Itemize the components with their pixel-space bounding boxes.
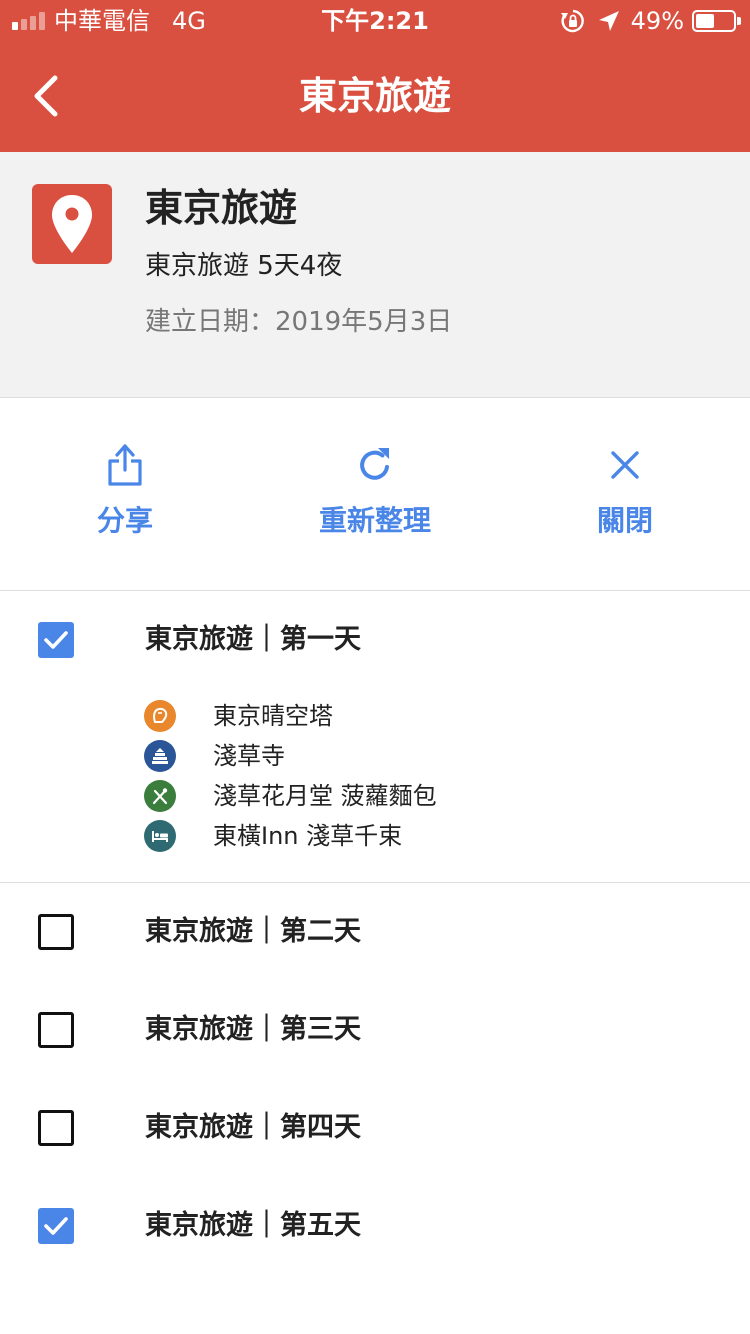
app-header: 中華電信 4G 下午2:21 49% 東京旅遊 [0,0,750,152]
battery-level [696,14,714,28]
day-1-checkbox[interactable] [38,622,74,658]
trip-subtitle: 東京旅遊 5天4夜 [145,251,343,281]
checkmark-icon [44,631,68,649]
place-name: 東橫Inn 淺草千束 [213,822,403,850]
landmark-icon [144,700,176,732]
map-pin-icon [52,195,92,253]
day-row-1[interactable]: 東京旅遊｜第一天 [0,592,750,688]
close-button[interactable]: 關閉 [500,439,750,559]
day-3-checkbox[interactable] [38,1012,74,1048]
refresh-label: 重新整理 [318,504,431,537]
share-icon [108,444,142,486]
restaurant-icon [144,780,176,812]
place-name: 淺草花月堂 菠蘿麵包 [213,782,437,810]
status-right: 49% [559,6,741,36]
day-5-checkbox[interactable] [38,1208,74,1244]
refresh-button[interactable]: 重新整理 [250,439,500,559]
checkmark-icon [44,1217,68,1235]
close-label: 關閉 [596,504,653,537]
day-item-4[interactable]: 東京旅遊｜第四天 [0,1080,750,1176]
place-item[interactable]: 東京晴空塔 [144,696,724,736]
trip-icon-box [32,184,112,264]
day-item-1: 東京旅遊｜第一天 東京晴空塔 淺草寺 淺草花月堂 菠蘿麵包 東橫Inn 淺草千束 [0,592,750,883]
trip-info-card: 東京旅遊 東京旅遊 5天4夜 建立日期：2019年5月3日 [0,152,750,398]
status-bar: 中華電信 4G 下午2:21 49% [0,0,750,40]
refresh-icon [360,448,389,480]
day-2-checkbox[interactable] [38,914,74,950]
day-4-label: 東京旅遊｜第四天 [145,1112,361,1143]
trip-created-date: 建立日期：2019年5月3日 [145,307,453,337]
day-1-label: 東京旅遊｜第一天 [145,624,361,655]
battery-icon [692,10,741,32]
day-5-label: 東京旅遊｜第五天 [145,1210,361,1241]
page-title: 東京旅遊 [298,74,451,118]
share-label: 分享 [96,504,153,537]
temple-icon [144,740,176,772]
place-item[interactable]: 東橫Inn 淺草千束 [144,816,724,856]
day-2-label: 東京旅遊｜第二天 [145,916,361,947]
day-item-2[interactable]: 東京旅遊｜第二天 [0,884,750,980]
place-item[interactable]: 淺草花月堂 菠蘿麵包 [144,776,724,816]
day-item-5[interactable]: 東京旅遊｜第五天 [0,1178,750,1274]
place-name: 東京晴空塔 [213,702,333,730]
trip-title: 東京旅遊 [145,186,298,230]
day-3-label: 東京旅遊｜第三天 [145,1014,361,1045]
hotel-icon [144,820,176,852]
place-item[interactable]: 淺草寺 [144,736,724,776]
place-name: 淺草寺 [213,742,285,770]
close-icon [611,451,639,479]
day-1-places: 東京晴空塔 淺草寺 淺草花月堂 菠蘿麵包 東橫Inn 淺草千束 [144,696,724,856]
day-item-3[interactable]: 東京旅遊｜第三天 [0,982,750,1078]
location-arrow-icon [598,11,619,31]
orientation-lock-icon [560,9,584,33]
action-bar: 分享 重新整理 關閉 [0,399,750,591]
day-4-checkbox[interactable] [38,1110,74,1146]
share-button[interactable]: 分享 [0,439,250,559]
battery-percent: 49% [630,7,684,35]
